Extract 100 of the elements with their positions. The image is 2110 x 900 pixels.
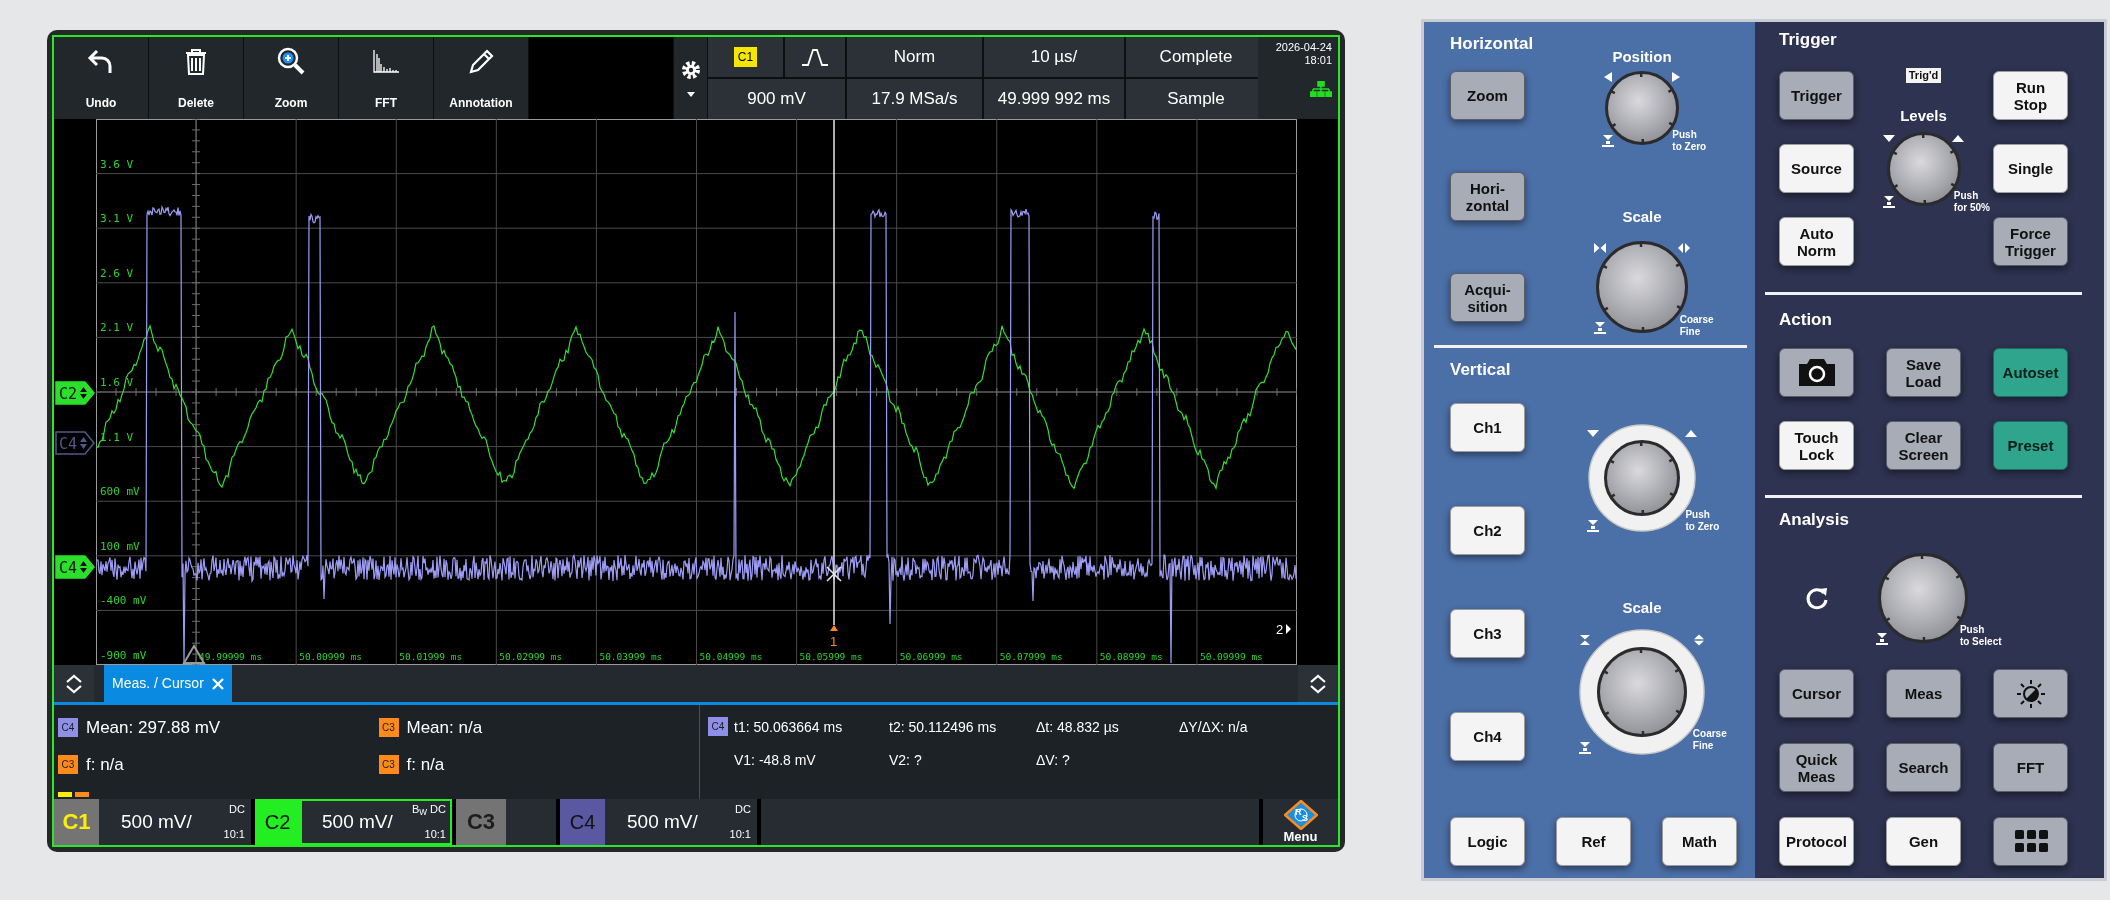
axis-label: -400 mV [100, 594, 147, 608]
axis-label: 600 mV [100, 485, 140, 499]
panel-button[interactable]: Acqui- sition [1450, 273, 1525, 322]
cursor-value: t1: 50.063664 ms [734, 718, 844, 737]
channel-settings[interactable]: 500 mV/ B$_{W}$ DC 10:1 [300, 799, 452, 845]
status-value: Norm [847, 37, 982, 77]
scroll-button[interactable] [1298, 665, 1338, 702]
channel-badge: C4 [708, 717, 728, 736]
panel-button[interactable]: Force Trigger [1993, 217, 2068, 266]
coupling-text: B$_{W}$ DC [411, 803, 446, 816]
panel-button[interactable]: Logic [1450, 817, 1525, 866]
panel-button[interactable]: FFT [1993, 743, 2068, 792]
toolbar-button[interactable]: Annotation [434, 37, 529, 119]
knob-hint: Coarse Fine [1679, 313, 1714, 338]
panel-button[interactable]: Ch1 [1450, 403, 1525, 452]
knob-hint: Push to Zero [1685, 508, 1720, 533]
knob-label: Scale [1622, 207, 1662, 227]
settings-icon[interactable] [680, 59, 701, 80]
panel-button[interactable]: Touch Lock [1779, 421, 1854, 470]
axis-label: 100 mV [100, 539, 140, 553]
panel-button[interactable] [1779, 348, 1854, 397]
panel-button[interactable]: Meas [1886, 669, 1961, 718]
caret-icon[interactable] [686, 91, 695, 97]
panel-button[interactable] [1993, 817, 2068, 866]
channel-badge: C4 [58, 718, 78, 737]
axis-label: 2.6 V [100, 266, 134, 280]
panel-button[interactable]: Ref [1556, 817, 1631, 866]
measurement-value: f: n/a [86, 753, 124, 776]
panel-button[interactable] [1993, 669, 2068, 718]
toolbar-button[interactable]: Delete [149, 37, 244, 119]
panel-button[interactable]: Gen [1886, 817, 1961, 866]
panel-button[interactable]: Hori- zontal [1450, 172, 1525, 221]
axis-label: 1.6 V [100, 376, 134, 389]
panel-button[interactable]: Quick Meas [1779, 743, 1854, 792]
push-icon [1882, 195, 1897, 210]
channel-badge: C1 [733, 47, 758, 67]
section-title: Analysis [1779, 510, 1849, 530]
axis-label: 50.04999 ms [699, 651, 763, 662]
up-down-arrow-icon [65, 673, 83, 694]
panel-button[interactable]: Save Load [1886, 348, 1961, 397]
push-icon [1592, 321, 1607, 336]
status-value: 17.9 MSa/s [847, 79, 982, 119]
channel-tab[interactable]: C3 [456, 799, 506, 845]
channel-settings[interactable]: 500 mV/ DC 10:1 [605, 799, 757, 845]
toolbar-button[interactable]: FFT [339, 37, 434, 119]
panel-button[interactable]: Ch3 [1450, 609, 1525, 658]
channel-tab[interactable]: C2 [255, 799, 300, 845]
trigger-slope-icon [800, 46, 830, 68]
axis-label: 3.1 V [100, 212, 134, 226]
channel-settings[interactable]: 500 mV/ DC 10:1 [99, 799, 251, 845]
toolbar-button[interactable]: Undo [54, 37, 149, 119]
network-icon [1310, 81, 1332, 97]
status-value: 900 mV [708, 79, 845, 119]
channel-tab[interactable]: C1 [54, 799, 99, 845]
probe-text: 10:1 [424, 828, 446, 841]
panel-button[interactable]: Math [1662, 817, 1737, 866]
up-down-arrow-icon [1309, 673, 1327, 694]
panel-button[interactable]: Cursor [1779, 669, 1854, 718]
panel-button[interactable]: Trigger [1779, 71, 1854, 120]
panel-button[interactable]: Protocol [1779, 817, 1854, 866]
axis-label: 50.00999 ms [299, 651, 363, 662]
panel-button[interactable]: Preset [1993, 421, 2068, 470]
toolbar-button[interactable]: Zoom [244, 37, 339, 119]
scroll-button[interactable] [54, 665, 94, 702]
measurement-value: f: n/a [406, 753, 445, 776]
axis-label: 50.01999 ms [399, 651, 463, 662]
panel-button[interactable]: Search [1886, 743, 1961, 792]
measurement-value: Mean: n/a [406, 716, 483, 739]
panel-button[interactable]: Zoom [1450, 71, 1525, 120]
cursor-value: V1: -48.8 mV [734, 751, 817, 770]
knob-label: Scale [1622, 598, 1662, 618]
panel-button[interactable]: Source [1779, 144, 1854, 193]
coupling-text: DC [229, 803, 245, 816]
knob-hint: Push for 50% [1953, 190, 1990, 215]
section-title: Trigger [1779, 30, 1837, 50]
panel-button[interactable]: Autoset [1993, 348, 2068, 397]
panel-button[interactable]: Clear Screen [1886, 421, 1961, 470]
panel-button[interactable]: Run Stop [1993, 71, 2068, 120]
cursor-value: Δt: 48.832 µs [1036, 718, 1120, 737]
push-icon [1874, 631, 1889, 646]
channel-marker[interactable]: C2 [55, 381, 95, 405]
probe-text: 10:1 [729, 828, 751, 841]
measurement-value: Mean: 297.88 mV [86, 716, 221, 739]
panel-button[interactable]: Single [1993, 144, 2068, 193]
arrow-icon [1677, 242, 1692, 255]
date-text: 2026-04-24 [1275, 41, 1332, 54]
channel-marker[interactable]: C4 [55, 555, 95, 579]
panel-button[interactable]: Auto Norm [1779, 217, 1854, 266]
axis-label: 50.07999 ms [999, 651, 1063, 662]
time-text: 18:01 [1304, 54, 1332, 67]
axis-label: 50.09999 ms [1199, 651, 1263, 662]
trigger-status: Trig'd [1905, 68, 1942, 83]
arrow-icon [1592, 242, 1607, 255]
panel-button[interactable]: Ch4 [1450, 712, 1525, 761]
tab[interactable]: Meas. / Cursor [104, 665, 232, 702]
close-icon[interactable] [211, 677, 224, 690]
refresh-icon[interactable] [1804, 585, 1830, 611]
section-title: Vertical [1450, 360, 1511, 380]
axis-label: 2.1 V [100, 321, 134, 335]
panel-button[interactable]: Ch2 [1450, 506, 1525, 555]
